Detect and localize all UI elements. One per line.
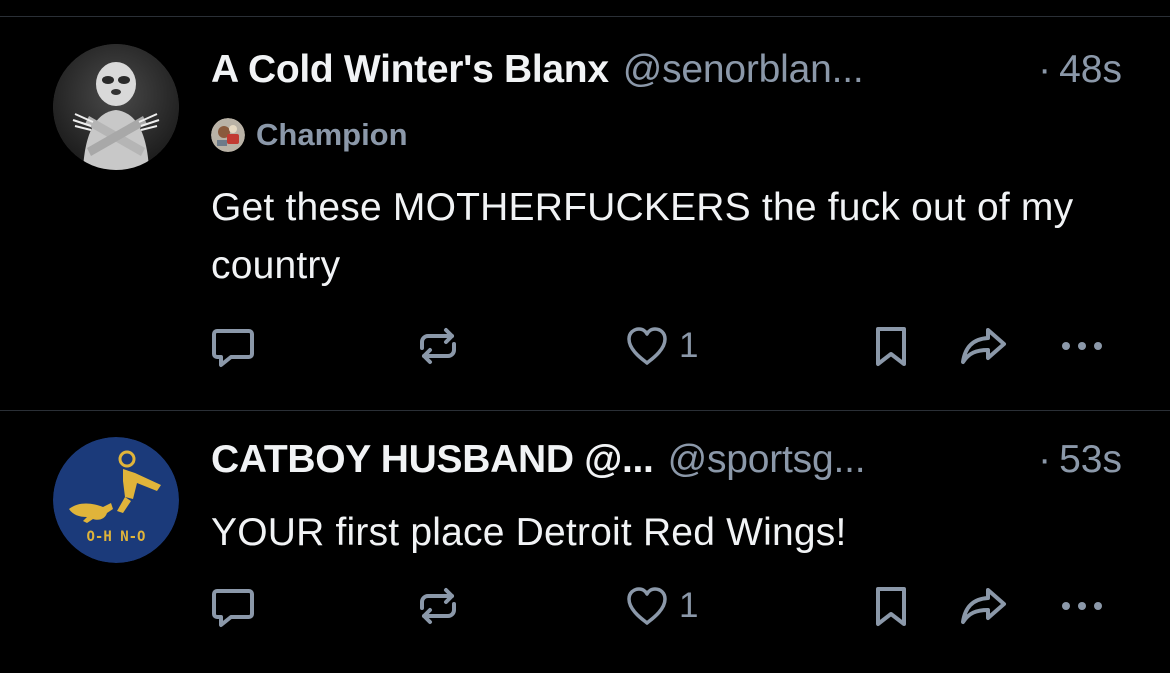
post[interactable]: O-H N-O CATBOY HUSBAND @... @sportsg... … bbox=[0, 411, 1170, 673]
timestamp[interactable]: 48s bbox=[1059, 47, 1122, 93]
handle[interactable]: @senorblan... bbox=[623, 47, 864, 93]
repost-button[interactable] bbox=[414, 316, 462, 376]
like-button[interactable]: 1 bbox=[623, 316, 698, 376]
bookmark-button[interactable] bbox=[870, 316, 912, 376]
repost-icon bbox=[420, 588, 456, 624]
avatar-logo-text: O-H N-O bbox=[86, 529, 145, 545]
share-button[interactable] bbox=[958, 316, 1010, 376]
repost-button[interactable] bbox=[414, 576, 462, 636]
display-name[interactable]: A Cold Winter's Blanx bbox=[211, 47, 609, 93]
avatar[interactable]: O-H N-O bbox=[53, 437, 179, 563]
badge-row: Champion bbox=[211, 117, 408, 153]
bookmark-icon bbox=[876, 327, 906, 366]
post-text: YOUR first place Detroit Red Wings! bbox=[211, 511, 847, 554]
bookmark-icon bbox=[876, 587, 906, 626]
repost-icon bbox=[420, 328, 456, 364]
more-button[interactable] bbox=[1058, 316, 1106, 376]
like-button[interactable]: 1 bbox=[623, 576, 698, 636]
timestamp[interactable]: 53s bbox=[1059, 437, 1122, 483]
share-icon bbox=[961, 328, 1006, 364]
separator-dot: · bbox=[1038, 48, 1052, 91]
avatar[interactable] bbox=[53, 44, 179, 170]
reply-button[interactable] bbox=[209, 576, 257, 636]
reply-icon bbox=[212, 589, 254, 627]
share-button[interactable] bbox=[958, 576, 1010, 636]
handle[interactable]: @sportsg... bbox=[668, 437, 866, 483]
display-name[interactable]: CATBOY HUSBAND @... bbox=[211, 437, 654, 483]
reply-button[interactable] bbox=[209, 316, 257, 376]
sloth-claws-avatar-icon bbox=[53, 44, 179, 170]
share-icon bbox=[961, 588, 1006, 624]
reply-icon bbox=[212, 329, 254, 367]
more-button[interactable] bbox=[1058, 576, 1106, 636]
badge-label: Champion bbox=[256, 117, 408, 152]
heart-icon bbox=[627, 327, 667, 365]
o-h-n-o-logo-avatar-icon: O-H N-O bbox=[53, 437, 179, 563]
like-count: 1 bbox=[679, 326, 699, 365]
bookmark-button[interactable] bbox=[870, 576, 912, 636]
post-header: CATBOY HUSBAND @... @sportsg... · 53s bbox=[211, 437, 1122, 483]
post-text: Get these MOTHERFUCKERS the fuck out of … bbox=[211, 186, 1074, 287]
more-icon bbox=[1062, 342, 1102, 350]
post-actions: 1 bbox=[0, 576, 1170, 636]
post-header: A Cold Winter's Blanx @senorblan... · 48… bbox=[211, 47, 1122, 93]
more-icon bbox=[1062, 602, 1102, 610]
post[interactable]: A Cold Winter's Blanx @senorblan... · 48… bbox=[0, 17, 1170, 410]
like-count: 1 bbox=[679, 586, 699, 625]
post-actions: 1 bbox=[0, 316, 1170, 376]
separator-dot: · bbox=[1038, 438, 1052, 481]
champion-badge-icon bbox=[211, 118, 245, 152]
heart-icon bbox=[627, 587, 667, 625]
